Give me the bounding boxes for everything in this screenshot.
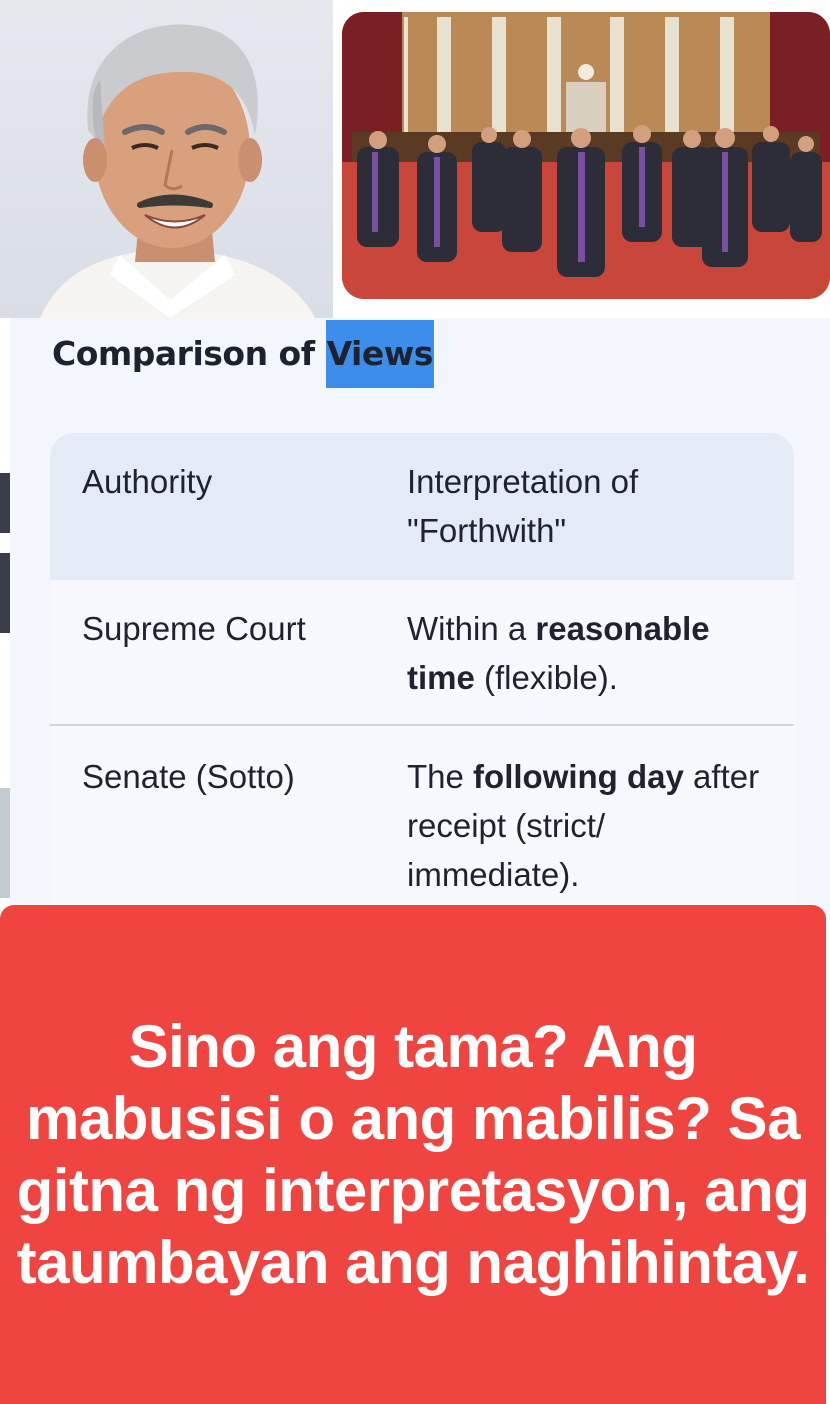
header-authority: Authority (82, 463, 213, 500)
interpretation-text: The (407, 758, 474, 795)
court-image (342, 12, 830, 299)
background-fragment (0, 788, 10, 898)
selected-text-highlight[interactable]: Views (325, 320, 434, 388)
row-authority: Supreme Court (82, 610, 306, 647)
row-interpretation: The following day after receipt (strict/… (407, 752, 777, 899)
background-fragment (0, 553, 10, 633)
interpretation-text: Within a (407, 610, 536, 647)
comparison-table: Authority Interpretation of "Forthwith" … (50, 433, 794, 913)
comparison-card: Comparison of Views Authority Interpreta… (10, 318, 830, 913)
interpretation-text: (flexible). (474, 659, 618, 696)
background-fragment (0, 473, 10, 533)
table-row: Senate (Sotto) The following day after r… (50, 728, 794, 913)
caption-text: Sino ang tama? Ang mabusisi o ang mabili… (16, 1012, 810, 1296)
interpretation-emphasis: following day (473, 758, 684, 795)
card-title: Comparison of Views (52, 320, 434, 388)
portrait-image (40, 24, 315, 318)
portrait-photo (0, 0, 333, 318)
header-interpretation: Interpretation of "Forthwith" (407, 463, 639, 549)
row-authority: Senate (Sotto) (82, 758, 295, 795)
caption-banner: Sino ang tama? Ang mabusisi o ang mabili… (0, 905, 826, 1404)
table-header-row: Authority Interpretation of "Forthwith" (50, 433, 794, 580)
card-title-prefix: Comparison of (52, 334, 326, 373)
table-row: Supreme Court Within a reasonable time (… (50, 580, 794, 726)
row-interpretation: Within a reasonable time (flexible). (407, 604, 777, 702)
court-photo (342, 12, 830, 299)
